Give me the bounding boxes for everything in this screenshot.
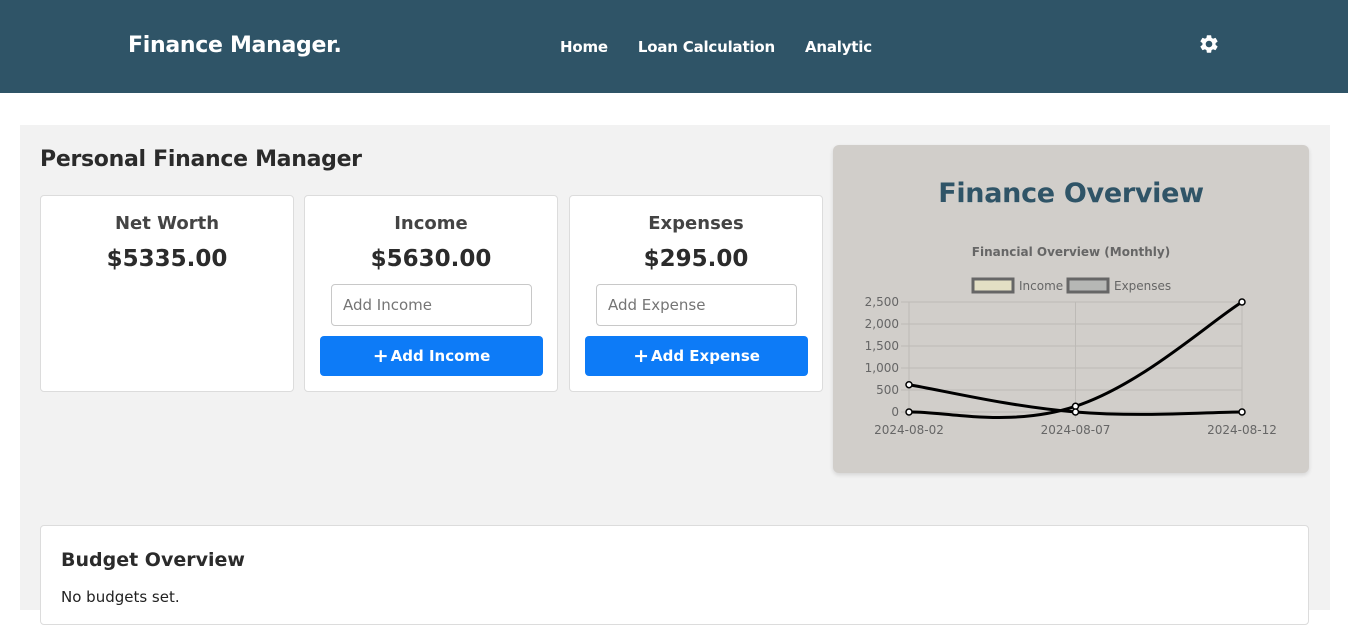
add-expense-button[interactable]: + Add Expense	[585, 336, 808, 376]
x-tick-label: 2024-08-02	[874, 423, 944, 437]
income-title: Income	[394, 213, 468, 234]
nav-analytic[interactable]: Analytic	[805, 38, 872, 56]
income-card: Income $5630.00 + Add Income	[304, 195, 558, 392]
data-point-expenses	[905, 380, 913, 389]
income-input[interactable]	[331, 284, 532, 326]
nav-loan-calculation[interactable]: Loan Calculation	[638, 38, 775, 56]
budget-overview-card: Budget Overview No budgets set.	[40, 525, 1309, 625]
y-tick-label: 500	[876, 383, 899, 397]
gear-icon[interactable]	[1198, 33, 1220, 55]
legend-swatch-income	[971, 277, 1015, 294]
income-value: $5630.00	[370, 246, 492, 272]
expenses-title: Expenses	[648, 213, 744, 234]
legend-label-income: Income	[1019, 279, 1063, 293]
data-point-income	[905, 408, 913, 416]
plus-icon: +	[633, 344, 649, 367]
add-income-button[interactable]: + Add Income	[320, 336, 543, 376]
y-tick-label: 2,000	[865, 317, 899, 331]
add-expense-label: Add Expense	[651, 347, 760, 365]
legend-label-expenses: Expenses	[1114, 279, 1171, 293]
y-tick-label: 1,500	[865, 339, 899, 353]
legend-swatch-expenses	[1066, 277, 1110, 294]
main-content: Personal Finance Manager Net Worth $5335…	[20, 125, 1330, 625]
budget-overview-title: Budget Overview	[61, 549, 245, 571]
net-worth-title: Net Worth	[114, 213, 220, 234]
data-point-expenses	[1238, 408, 1246, 416]
navbar: Finance Manager. Home Loan Calculation A…	[0, 0, 1348, 93]
net-worth-card: Net Worth $5335.00	[40, 195, 294, 392]
y-tick-label: 0	[891, 405, 899, 419]
brand-logo[interactable]: Finance Manager.	[128, 33, 342, 58]
nav-home[interactable]: Home	[560, 38, 608, 56]
net-worth-value: $5335.00	[106, 246, 228, 272]
nav-links: Home Loan Calculation Analytic	[560, 38, 872, 56]
expenses-card: Expenses $295.00 + Add Expense	[569, 195, 823, 392]
x-tick-label: 2024-08-07	[1041, 423, 1111, 437]
finance-overview-panel: Finance Overview Financial Overview (Mon…	[833, 145, 1309, 473]
y-tick-label: 1,000	[865, 361, 899, 375]
budget-empty-text: No budgets set.	[61, 588, 180, 606]
page-title: Personal Finance Manager	[40, 147, 362, 172]
expenses-value: $295.00	[643, 246, 749, 272]
x-tick-label: 2024-08-12	[1207, 423, 1277, 437]
y-tick-label: 2,500	[865, 295, 899, 309]
data-point-income	[1238, 298, 1246, 306]
add-income-label: Add Income	[390, 347, 491, 365]
expense-input[interactable]	[596, 284, 797, 326]
chart-title: Financial Overview (Monthly)	[972, 245, 1170, 259]
data-point-expenses	[1071, 408, 1080, 416]
plus-icon: +	[372, 344, 389, 367]
finance-chart: Financial Overview (Monthly) Income Expens…	[865, 245, 1277, 437]
